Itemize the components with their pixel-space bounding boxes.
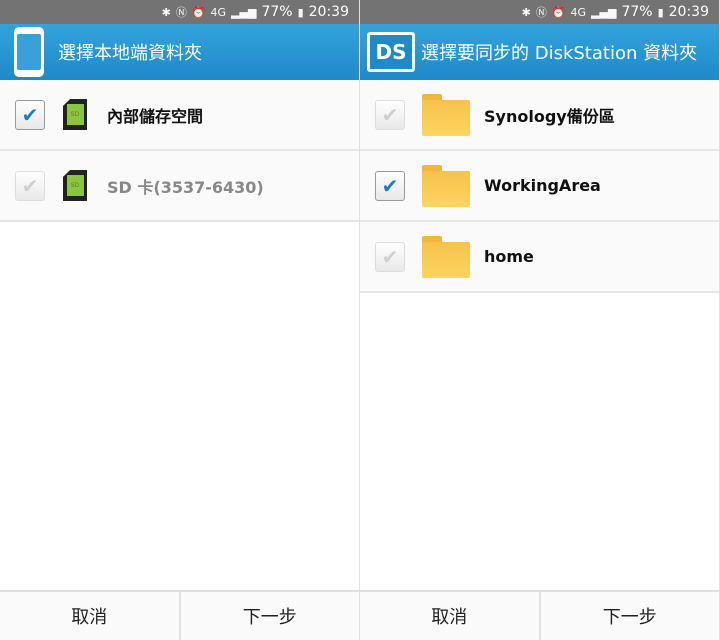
phone-icon (14, 27, 44, 77)
checkbox-disabled[interactable]: ✔ (15, 170, 45, 201)
list-item[interactable]: ✔ WorkingArea (360, 151, 719, 222)
page-title: 選擇要同步的 DiskStation 資料夾 (421, 43, 698, 64)
checkbox-unchecked[interactable]: ✔ (375, 99, 405, 130)
item-label: SD 卡(3537-6430) (107, 177, 264, 197)
alarm-icon: ⏰ (191, 5, 206, 19)
bluetooth-icon: ✱ (161, 5, 171, 19)
list-item[interactable]: ✔ Synology備份區 (360, 80, 719, 151)
signal-icon: ▂▄▆ (231, 5, 257, 19)
sd-card-icon: SD (63, 99, 87, 130)
clock: 20:39 (308, 4, 349, 20)
bluetooth-icon: ✱ (521, 5, 531, 19)
list-item[interactable]: ✔ SD 內部儲存空間 (0, 80, 359, 151)
nfc-icon: Ⓝ (175, 6, 187, 19)
diskstation-folder-panel: ✱ Ⓝ ⏰ 4G ▂▄▆ 77% ▮ 20:39 DS 選擇要同步的 DiskS… (360, 0, 720, 640)
header: DS 選擇要同步的 DiskStation 資料夾 (360, 24, 719, 80)
checkbox-checked[interactable]: ✔ (375, 170, 405, 201)
item-label: WorkingArea (484, 176, 601, 195)
header: 選擇本地端資料夾 (0, 24, 359, 80)
folder-icon (422, 164, 470, 207)
battery-level: 77% (261, 4, 293, 20)
list-item[interactable]: ✔ home (360, 222, 719, 293)
folder-icon (422, 235, 470, 278)
checkbox-unchecked[interactable]: ✔ (375, 241, 405, 272)
battery-level: 77% (621, 4, 653, 20)
signal-icon: ▂▄▆ (591, 5, 617, 19)
battery-icon: ▮ (657, 5, 664, 19)
nfc-icon: Ⓝ (535, 6, 547, 19)
ds-logo-icon: DS (367, 32, 415, 72)
folder-icon (422, 93, 470, 136)
next-button[interactable]: 下一步 (178, 592, 360, 640)
page-title: 選擇本地端資料夾 (58, 43, 202, 64)
list-item[interactable]: ✔ SD SD 卡(3537-6430) (0, 151, 359, 222)
sd-card-icon: SD (63, 170, 87, 201)
clock: 20:39 (668, 4, 709, 20)
footer: 取消 下一步 (360, 590, 719, 640)
item-label: home (484, 247, 534, 266)
footer: 取消 下一步 (0, 590, 359, 640)
4g-icon: 4G (210, 5, 227, 19)
4g-icon: 4G (570, 5, 587, 19)
status-bar: ✱ Ⓝ ⏰ 4G ▂▄▆ 77% ▮ 20:39 (0, 0, 359, 24)
local-folder-panel: ✱ Ⓝ ⏰ 4G ▂▄▆ 77% ▮ 20:39 選擇本地端資料夾 ✔ SD 內… (0, 0, 360, 640)
cancel-button[interactable]: 取消 (0, 592, 179, 640)
item-label: 內部儲存空間 (107, 106, 204, 126)
cancel-button[interactable]: 取消 (360, 592, 539, 640)
checkbox-checked[interactable]: ✔ (15, 99, 45, 130)
alarm-icon: ⏰ (551, 5, 566, 19)
battery-icon: ▮ (297, 5, 304, 19)
item-label: Synology備份區 (484, 106, 615, 126)
status-bar: ✱ Ⓝ ⏰ 4G ▂▄▆ 77% ▮ 20:39 (360, 0, 719, 24)
next-button[interactable]: 下一步 (538, 592, 720, 640)
